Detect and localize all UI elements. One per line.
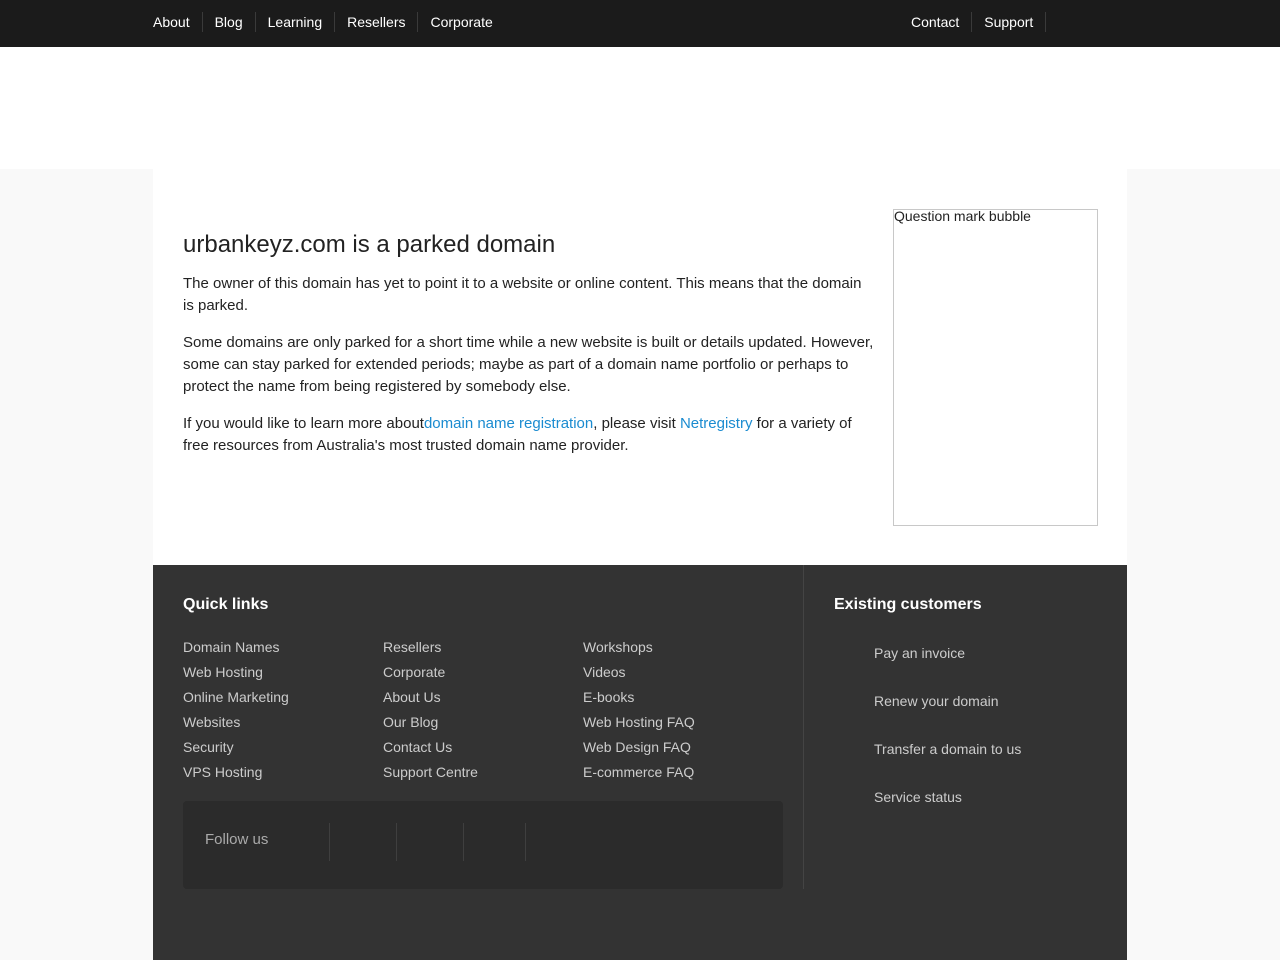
footer-link[interactable]: E-commerce FAQ <box>583 760 783 785</box>
footer-link[interactable]: Websites <box>183 710 383 735</box>
nav-corporate[interactable]: Corporate <box>418 12 504 32</box>
pay-invoice-link[interactable]: Pay an invoice <box>874 643 1021 663</box>
page-title: urbankeyz.com is a parked domain <box>183 231 556 258</box>
footer-link[interactable]: Support Centre <box>383 760 583 785</box>
footer-link[interactable]: Workshops <box>583 635 783 660</box>
header-band <box>0 47 1280 169</box>
follow-us-panel: Follow us <box>183 801 783 889</box>
nav-support[interactable]: Support <box>972 12 1047 32</box>
service-status-link[interactable]: Service status <box>874 787 1021 807</box>
quick-links-column-2: Resellers Corporate About Us Our Blog Co… <box>383 635 583 785</box>
domain-registration-link[interactable]: domain name registration <box>424 415 593 432</box>
footer-link[interactable]: Videos <box>583 660 783 685</box>
footer-link[interactable]: Corporate <box>383 660 583 685</box>
parked-domain-content: urbankeyz.com is a parked domain The own… <box>183 231 875 472</box>
existing-customers-title: Existing customers <box>834 596 982 613</box>
social-icon-3[interactable] <box>463 823 530 861</box>
footer-link[interactable]: Web Hosting FAQ <box>583 710 783 735</box>
bubble-alt-text: Question mark bubble <box>894 208 1031 224</box>
social-icon-4[interactable] <box>525 823 592 861</box>
learn-more-middle: , please visit <box>593 415 680 432</box>
renew-domain-link[interactable]: Renew your domain <box>874 691 1021 711</box>
nav-blog[interactable]: Blog <box>203 12 256 32</box>
social-icon-1[interactable] <box>329 823 396 861</box>
footer-link[interactable]: VPS Hosting <box>183 760 383 785</box>
footer-link[interactable]: E-books <box>583 685 783 710</box>
netregistry-link[interactable]: Netregistry <box>680 415 753 432</box>
nav-learning[interactable]: Learning <box>256 12 336 32</box>
nav-contact[interactable]: Contact <box>899 12 973 32</box>
quick-links-column-1: Domain Names Web Hosting Online Marketin… <box>183 635 383 785</box>
main-panel: urbankeyz.com is a parked domain The own… <box>153 169 1127 565</box>
quick-links-title: Quick links <box>183 596 269 613</box>
nav-resellers[interactable]: Resellers <box>335 12 419 32</box>
nav-left: About Blog Learning Resellers Corporate <box>153 0 505 44</box>
footer: Quick links Domain Names Web Hosting Onl… <box>153 565 1127 960</box>
footer-link[interactable]: Web Hosting <box>183 660 383 685</box>
learn-more-paragraph: If you would like to learn more aboutdom… <box>183 413 875 457</box>
transfer-domain-link[interactable]: Transfer a domain to us <box>874 739 1021 759</box>
footer-link[interactable]: Our Blog <box>383 710 583 735</box>
footer-link[interactable]: Security <box>183 735 383 760</box>
existing-customers-list: Pay an invoice Renew your domain Transfe… <box>874 643 1021 835</box>
quick-links-column-3: Workshops Videos E-books Web Hosting FAQ… <box>583 635 783 785</box>
intro-paragraph: The owner of this domain has yet to poin… <box>183 275 862 314</box>
learn-more-text: If you would like to learn more about <box>183 415 424 432</box>
footer-link[interactable]: About Us <box>383 685 583 710</box>
nav-about[interactable]: About <box>153 12 203 32</box>
footer-link[interactable]: Online Marketing <box>183 685 383 710</box>
nav-right: Contact Support <box>899 0 1047 44</box>
details-paragraph: Some domains are only parked for a short… <box>183 334 874 395</box>
footer-divider <box>803 565 804 889</box>
follow-us-label: Follow us <box>205 831 269 848</box>
footer-link[interactable]: Web Design FAQ <box>583 735 783 760</box>
question-mark-bubble-image: Question mark bubble <box>893 209 1098 526</box>
footer-link[interactable]: Domain Names <box>183 635 383 660</box>
footer-link[interactable]: Contact Us <box>383 735 583 760</box>
top-navigation-bar: About Blog Learning Resellers Corporate … <box>0 0 1280 47</box>
footer-link[interactable]: Resellers <box>383 635 583 660</box>
social-icon-2[interactable] <box>396 823 463 861</box>
